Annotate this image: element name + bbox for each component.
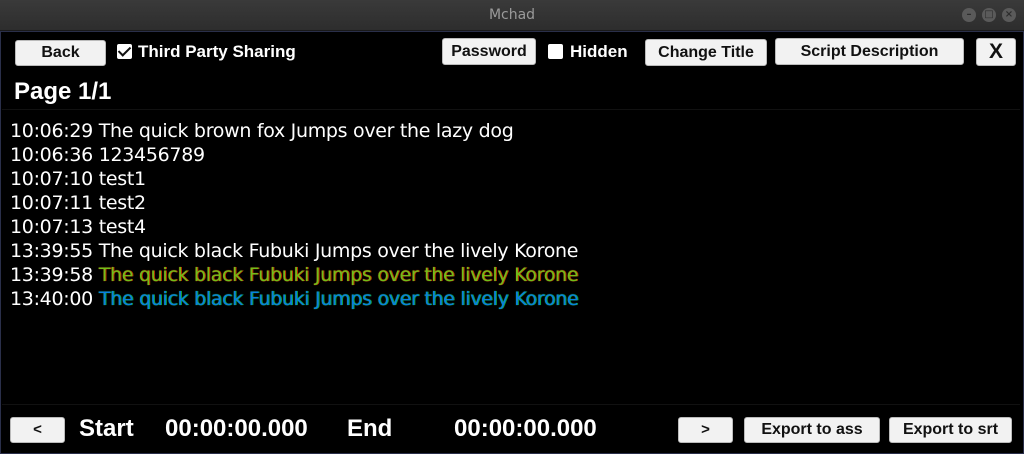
third-party-sharing-checkbox[interactable] (117, 43, 132, 59)
start-time: 00:00:00.000 (165, 415, 308, 442)
maximize-icon[interactable]: □ (982, 8, 996, 22)
window-title: Mchad (488, 7, 536, 23)
page-indicator: Page 1/1 (14, 78, 112, 105)
password-button[interactable]: Password (442, 38, 536, 65)
transcript-entry[interactable]: 13:39:55 The quick black Fubuki Jumps ov… (10, 240, 578, 262)
transcript-panel: 10:06:29 The quick brown fox Jumps over … (2, 109, 1020, 405)
entry-text: The quick black Fubuki Jumps over the li… (98, 240, 579, 262)
entry-timestamp: 10:06:29 (10, 120, 93, 142)
end-label: End (347, 415, 393, 442)
entry-text: 123456789 (98, 144, 205, 166)
window-titlebar: Mchad – □ × (0, 0, 1024, 31)
start-label: Start (79, 415, 134, 442)
entry-timestamp: 13:39:58 (10, 264, 93, 286)
export-srt-button[interactable]: Export to srt (889, 417, 1012, 443)
entry-timestamp: 10:06:36 (10, 144, 93, 166)
transcript-entry[interactable]: 10:07:11 test2 (10, 192, 146, 214)
script-description-button[interactable]: Script Description (775, 38, 964, 65)
entry-text: test2 (98, 192, 146, 214)
entry-timestamp: 10:07:11 (10, 192, 93, 214)
checkmark-icon (117, 43, 132, 57)
entry-text: The quick black Fubuki Jumps over the li… (98, 288, 579, 310)
transcript-entry[interactable]: 13:39:58 The quick black Fubuki Jumps ov… (10, 264, 578, 286)
close-window-icon[interactable]: × (1002, 8, 1016, 22)
entry-timestamp: 10:07:10 (10, 168, 93, 190)
transcript-entry[interactable]: 10:06:29 The quick brown fox Jumps over … (10, 120, 514, 142)
back-button[interactable]: Back (15, 40, 106, 66)
third-party-sharing-label: Third Party Sharing (138, 42, 296, 61)
transcript-entry[interactable]: 10:07:10 test1 (10, 168, 146, 190)
transcript-entry[interactable]: 10:06:36 123456789 (10, 144, 205, 166)
hidden-checkbox[interactable] (548, 44, 563, 59)
previous-page-button[interactable]: < (10, 417, 65, 443)
entry-text: The quick brown fox Jumps over the lazy … (98, 120, 514, 142)
transcript-entry[interactable]: 10:07:13 test4 (10, 216, 146, 238)
hidden-label: Hidden (570, 42, 628, 61)
end-time: 00:00:00.000 (454, 415, 597, 442)
entry-text: The quick black Fubuki Jumps over the li… (98, 264, 579, 286)
entry-text: test4 (98, 216, 146, 238)
change-title-button[interactable]: Change Title (645, 39, 767, 66)
entry-timestamp: 13:39:55 (10, 240, 93, 262)
transcript-entry[interactable]: 13:40:00 The quick black Fubuki Jumps ov… (10, 288, 578, 310)
entry-text: test1 (98, 168, 146, 190)
minimize-icon[interactable]: – (962, 8, 976, 22)
entry-timestamp: 13:40:00 (10, 288, 93, 310)
close-button[interactable]: X (976, 38, 1016, 66)
next-page-button[interactable]: > (678, 417, 733, 443)
entry-timestamp: 10:07:13 (10, 216, 93, 238)
export-ass-button[interactable]: Export to ass (744, 417, 880, 443)
